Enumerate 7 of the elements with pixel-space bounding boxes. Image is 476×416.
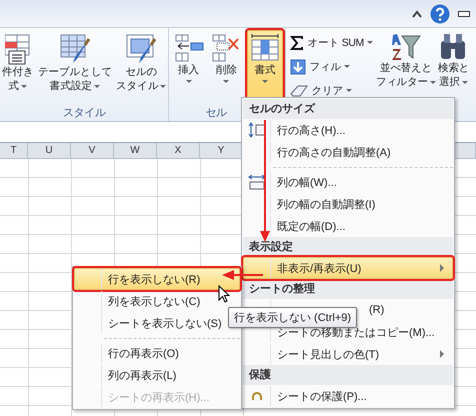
group-label: スタイル: [63, 106, 106, 121]
menu-section-header: 保護: [243, 365, 453, 385]
tooltip: 行を表示しない (Ctrl+9): [228, 307, 358, 328]
menu-section-header: 表示設定: [243, 237, 453, 257]
menu-section-header: シートの整理: [243, 279, 453, 299]
group-label: セル: [205, 106, 227, 121]
menu-section-header: セルのサイズ: [243, 99, 453, 119]
